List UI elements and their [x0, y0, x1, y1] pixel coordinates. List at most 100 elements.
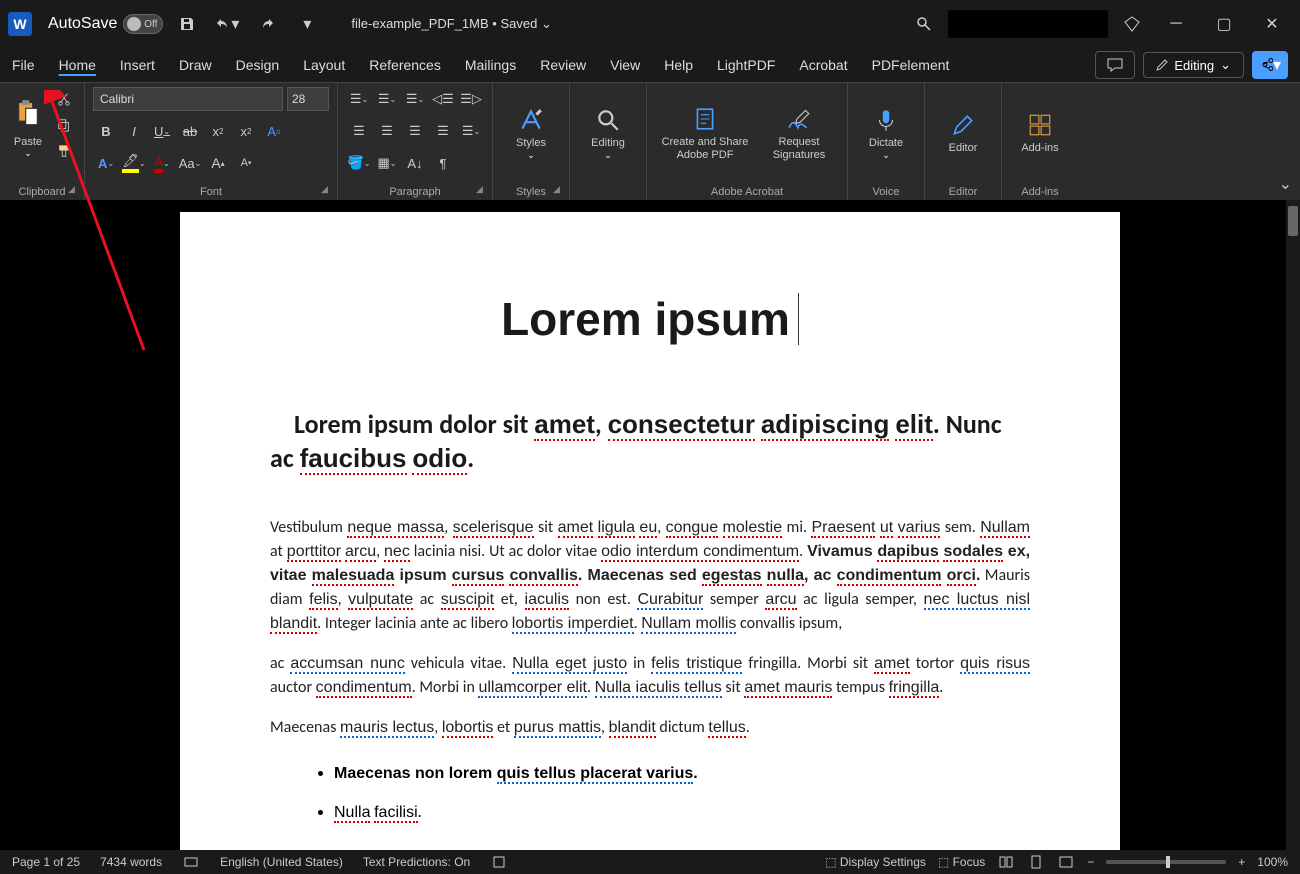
ribbon-tabs: File Home Insert Draw Design Layout Refe… — [0, 48, 1300, 82]
tab-design[interactable]: Design — [236, 48, 280, 82]
underline-button[interactable]: U⌄ — [149, 119, 175, 143]
line-spacing-button[interactable]: ☰⌄ — [458, 119, 484, 143]
create-share-pdf-button[interactable]: Create and Share Adobe PDF — [655, 87, 755, 181]
tab-file[interactable]: File — [12, 48, 35, 82]
tab-acrobat[interactable]: Acrobat — [799, 48, 847, 82]
clipboard-launcher-icon[interactable]: ◢ — [68, 184, 80, 196]
editor-button[interactable]: Editor — [933, 87, 993, 181]
read-mode-icon[interactable] — [997, 853, 1015, 871]
statusbar: Page 1 of 25 7434 words English (United … — [0, 850, 1300, 874]
tab-insert[interactable]: Insert — [120, 48, 155, 82]
superscript-button[interactable]: x2 — [233, 119, 259, 143]
font-name-select[interactable] — [93, 87, 283, 111]
editing-mode-button[interactable]: Editing ⌄ — [1143, 52, 1244, 78]
display-settings[interactable]: ⬚ Display Settings — [825, 855, 926, 869]
editing-find-button[interactable]: Editing⌄ — [578, 87, 638, 181]
text-predictions[interactable]: Text Predictions: On — [363, 855, 470, 869]
shrink-font-button[interactable]: A▾ — [233, 151, 259, 175]
zoom-in-button[interactable]: + — [1238, 855, 1245, 869]
multilevel-button[interactable]: ☰⌄ — [402, 87, 428, 111]
grow-font-button[interactable]: A▴ — [205, 151, 231, 175]
document-area[interactable]: Lorem ipsum Lorem ipsum dolor sit amet, … — [0, 200, 1300, 874]
tab-pdfelement[interactable]: PDFelement — [872, 48, 950, 82]
tab-mailings[interactable]: Mailings — [465, 48, 516, 82]
format-painter-icon[interactable] — [52, 139, 76, 163]
text-effects-2-button[interactable]: A⌄ — [93, 151, 119, 175]
copy-icon[interactable] — [52, 113, 76, 137]
sort-button[interactable]: A↓ — [402, 151, 428, 175]
zoom-level[interactable]: 100% — [1257, 855, 1288, 869]
tab-view[interactable]: View — [610, 48, 640, 82]
addins-button[interactable]: Add-ins — [1010, 87, 1070, 181]
align-left-button[interactable]: ☰ — [346, 119, 372, 143]
text-effects-button[interactable]: A▫ — [261, 119, 287, 143]
shading-button[interactable]: 🪣⌄ — [346, 151, 372, 175]
web-layout-icon[interactable] — [1057, 853, 1075, 871]
undo-icon[interactable]: ▾ — [211, 8, 243, 40]
tab-review[interactable]: Review — [540, 48, 586, 82]
account-area[interactable] — [948, 10, 1108, 38]
page-indicator[interactable]: Page 1 of 25 — [12, 855, 80, 869]
bullets-button[interactable]: ☰⌄ — [346, 87, 372, 111]
styles-launcher-icon[interactable]: ◢ — [553, 184, 565, 196]
spell-check-icon[interactable] — [182, 853, 200, 871]
share-button[interactable]: ▾ — [1252, 51, 1288, 79]
accessibility-icon[interactable] — [490, 853, 508, 871]
styles-button[interactable]: Styles⌄ — [501, 87, 561, 181]
word-count[interactable]: 7434 words — [100, 855, 162, 869]
doc-paragraph-1: Vestibulum neque massa, scelerisque sit … — [270, 516, 1030, 636]
bold-button[interactable]: B — [93, 119, 119, 143]
align-center-button[interactable]: ☰ — [374, 119, 400, 143]
customize-qat-icon[interactable]: ▾ — [291, 8, 323, 40]
paragraph-launcher-icon[interactable]: ◢ — [476, 184, 488, 196]
save-icon[interactable] — [171, 8, 203, 40]
group-addins: Add-ins Add-ins — [1002, 83, 1078, 200]
vertical-scrollbar[interactable] — [1286, 200, 1300, 874]
align-right-button[interactable]: ☰ — [402, 119, 428, 143]
font-size-select[interactable] — [287, 87, 329, 111]
increase-indent-button[interactable]: ☰▷ — [458, 87, 484, 111]
tab-lightpdf[interactable]: LightPDF — [717, 48, 775, 82]
show-marks-button[interactable]: ¶ — [430, 151, 456, 175]
doc-list: Maecenas non lorem quis tellus placerat … — [270, 764, 1030, 822]
change-case-button[interactable]: Aa⌄ — [177, 151, 203, 175]
close-button[interactable]: ✕ — [1252, 8, 1292, 40]
autosave-toggle[interactable]: AutoSave Off — [48, 14, 163, 34]
font-launcher-icon[interactable]: ◢ — [321, 184, 333, 196]
tab-layout[interactable]: Layout — [303, 48, 345, 82]
document-page[interactable]: Lorem ipsum Lorem ipsum dolor sit amet, … — [180, 212, 1120, 874]
justify-button[interactable]: ☰ — [430, 119, 456, 143]
print-layout-icon[interactable] — [1027, 853, 1045, 871]
minimize-button[interactable]: ─ — [1156, 8, 1196, 40]
redo-icon[interactable] — [251, 8, 283, 40]
search-icon[interactable] — [908, 8, 940, 40]
focus-mode[interactable]: ⬚ Focus — [938, 855, 985, 869]
highlight-button[interactable]: 🖊⌄ — [121, 151, 147, 175]
paste-button[interactable]: Paste ⌄ — [8, 87, 48, 171]
zoom-slider[interactable] — [1106, 860, 1226, 864]
tab-home[interactable]: Home — [59, 48, 96, 82]
borders-button[interactable]: ▦⌄ — [374, 151, 400, 175]
font-color-button[interactable]: A⌄ — [149, 151, 175, 175]
request-signatures-button[interactable]: Request Signatures — [759, 87, 839, 181]
decrease-indent-button[interactable]: ◁☰ — [430, 87, 456, 111]
document-filename[interactable]: file-example_PDF_1MB • Saved ⌄ — [351, 16, 551, 32]
word-logo-icon: W — [8, 12, 32, 36]
cut-icon[interactable] — [52, 87, 76, 111]
zoom-out-button[interactable]: − — [1087, 855, 1094, 869]
ribbon: Paste ⌄ Clipboard ◢ B I U⌄ ab x2 — [0, 82, 1300, 200]
numbering-button[interactable]: ☰⌄ — [374, 87, 400, 111]
tab-help[interactable]: Help — [664, 48, 693, 82]
dictate-button[interactable]: Dictate⌄ — [856, 87, 916, 181]
tab-references[interactable]: References — [369, 48, 441, 82]
language-indicator[interactable]: English (United States) — [220, 855, 343, 869]
italic-button[interactable]: I — [121, 119, 147, 143]
subscript-button[interactable]: x2 — [205, 119, 231, 143]
collapse-ribbon-icon[interactable]: ⌄ — [1279, 174, 1292, 194]
doc-paragraph-2: ac accumsan nunc vehicula vitae. Nulla e… — [270, 652, 1030, 700]
comments-button[interactable] — [1095, 51, 1135, 79]
tab-draw[interactable]: Draw — [179, 48, 212, 82]
maximize-button[interactable]: ▢ — [1204, 8, 1244, 40]
diamond-icon[interactable] — [1116, 8, 1148, 40]
strikethrough-button[interactable]: ab — [177, 119, 203, 143]
